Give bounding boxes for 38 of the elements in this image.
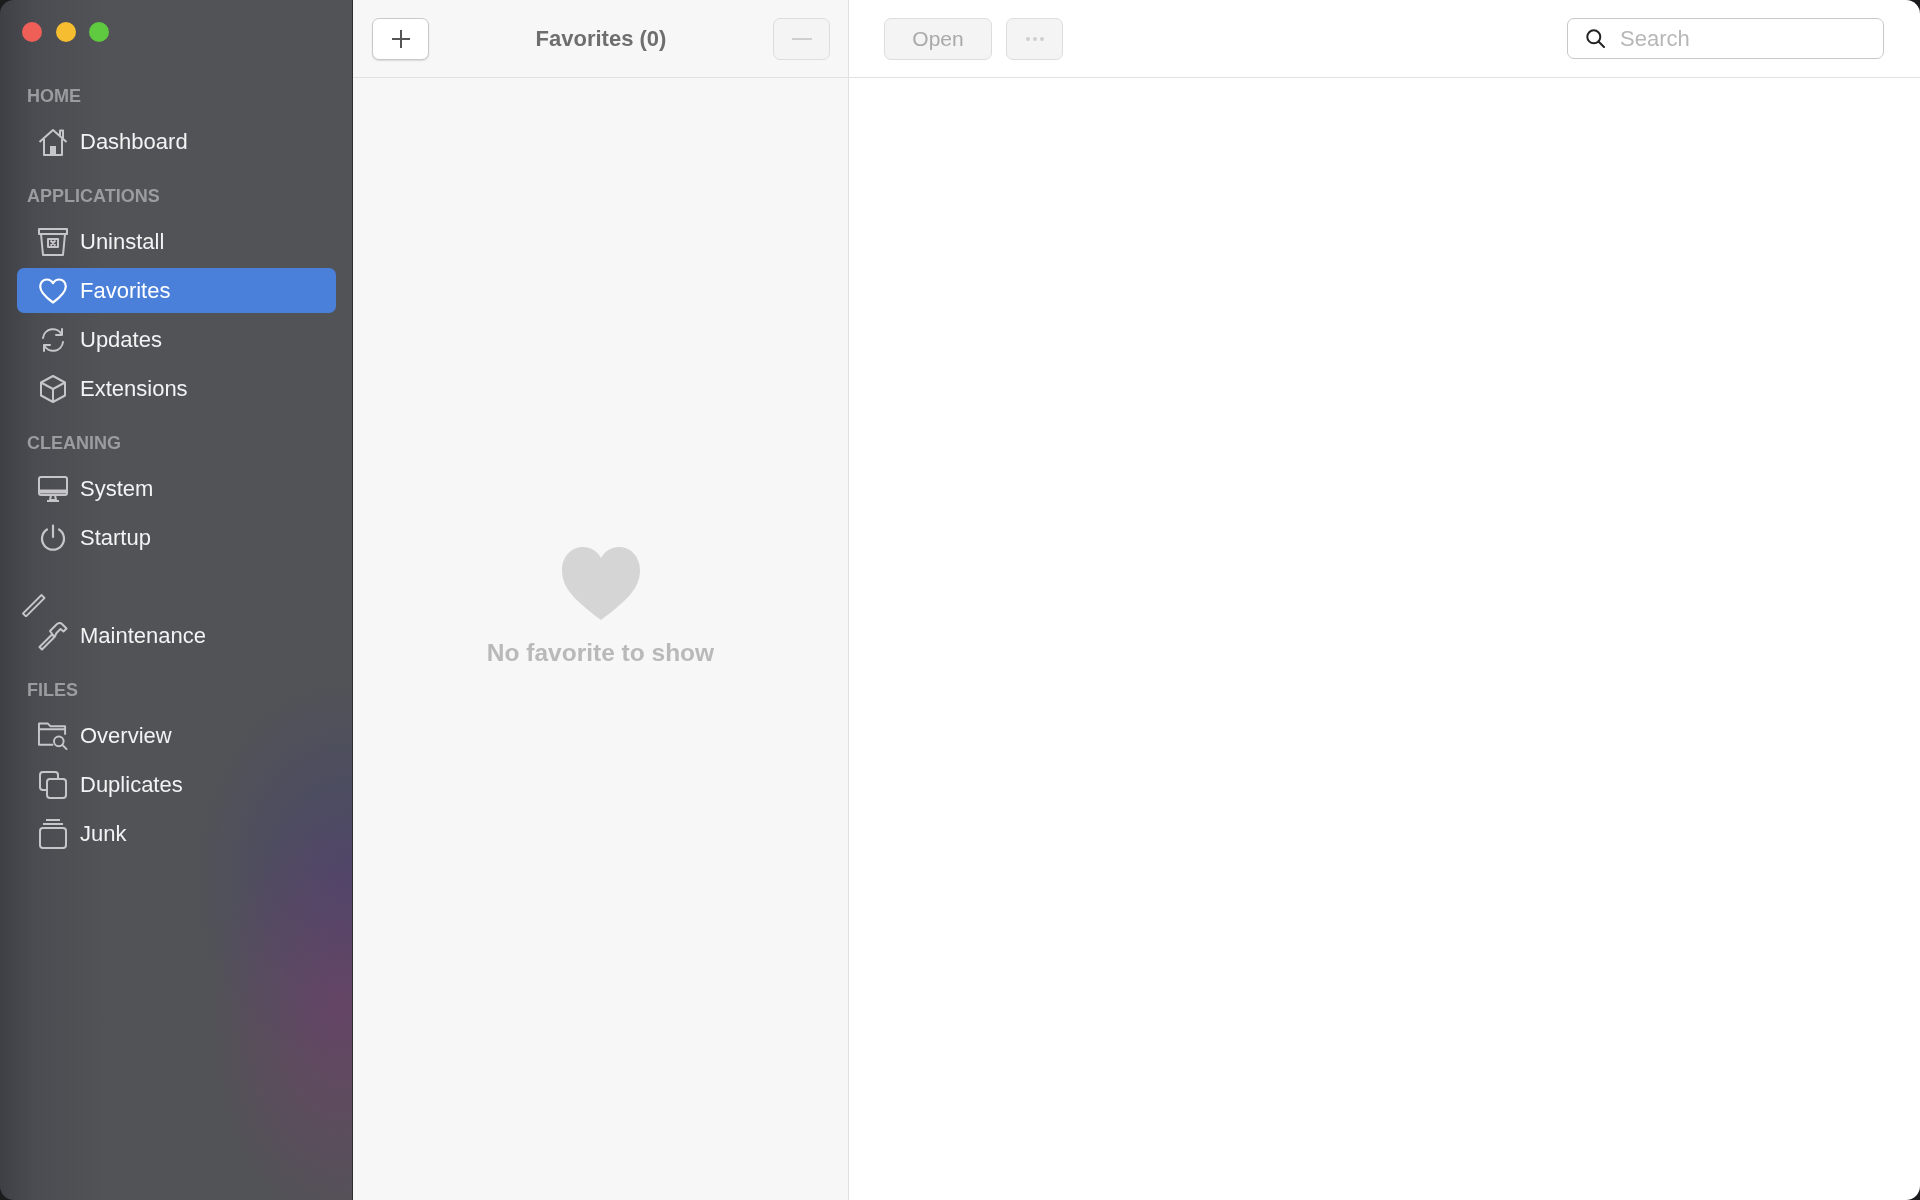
section-heading: HOME	[26, 84, 82, 108]
copies-icon	[39, 770, 67, 799]
house-icon	[38, 127, 68, 156]
section-heading: FILES	[26, 678, 79, 702]
empty-message: No favorite to show	[486, 639, 715, 667]
stacked-box-icon	[39, 818, 67, 849]
sidebar-item[interactable]: Uninstall	[17, 219, 336, 264]
monitor-icon	[38, 475, 68, 502]
folder-search-icon	[38, 720, 68, 751]
pane-title: Favorites (0)	[534, 25, 668, 52]
section-heading: APPLICATIONS	[26, 184, 161, 208]
heart-icon	[561, 547, 640, 620]
search-icon	[1586, 29, 1605, 48]
more-icon	[1025, 36, 1044, 41]
sidebar-item[interactable]: Favorites	[17, 268, 336, 313]
minimize-button[interactable]	[55, 22, 76, 42]
close-button[interactable]	[22, 22, 42, 42]
cube-icon	[40, 374, 66, 403]
sidebar-item[interactable]: Updates	[17, 317, 336, 362]
section-heading: CLEANING	[26, 431, 122, 455]
zoom-button[interactable]	[89, 22, 109, 42]
plus-icon	[391, 29, 410, 48]
hammer-icon	[38, 620, 68, 651]
sidebar-item[interactable]: Overview	[17, 713, 336, 758]
sidebar-item[interactable]: Junk	[17, 811, 336, 856]
pencil-icon	[22, 593, 46, 617]
sidebar-item[interactable]: Startup	[17, 515, 336, 560]
sidebar-item[interactable]: System	[17, 466, 336, 511]
sidebar-item[interactable]: Maintenance	[17, 613, 336, 658]
sidebar-item[interactable]: Dashboard	[17, 119, 336, 164]
heart-icon	[39, 277, 67, 304]
power-icon	[40, 523, 66, 552]
minus-icon	[791, 37, 812, 40]
box-x-icon	[38, 227, 68, 256]
add-button[interactable]	[372, 17, 429, 60]
search-field[interactable]: Search	[1567, 18, 1884, 59]
sidebar-item[interactable]: Duplicates	[17, 762, 336, 807]
sidebar-item[interactable]: Extensions	[17, 366, 336, 411]
